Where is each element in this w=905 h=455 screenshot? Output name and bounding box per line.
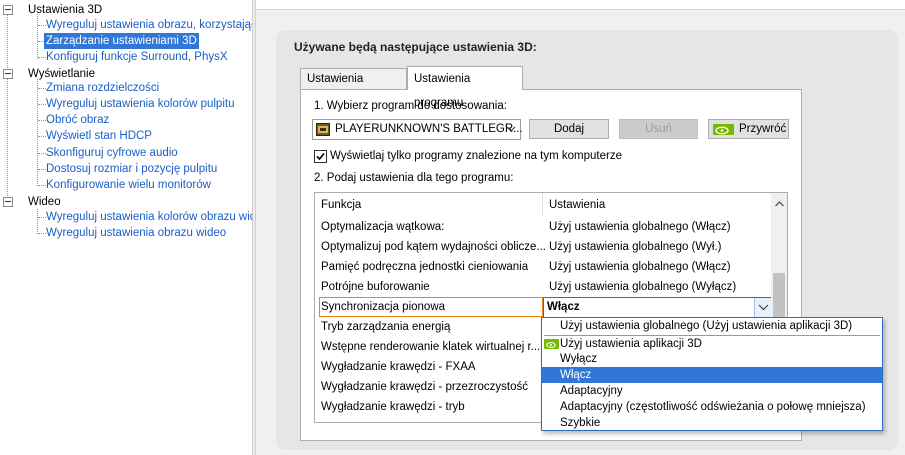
program-select-value: PLAYERUNKNOWN'S BATTLEGR... (335, 123, 523, 135)
tree-item-multiple-displays[interactable]: Konfigurowanie wielu monitorów (46, 177, 211, 193)
dropdown-option[interactable]: Adaptacyjny (542, 383, 882, 399)
setting-row-feature[interactable]: Optymalizacja wątkowa: (321, 217, 444, 237)
tree-item-desktop-size-position[interactable]: Dostosuj rozmiar i pozycję pulpitu (46, 161, 217, 177)
nvidia-icon (713, 124, 734, 135)
tree-item-desktop-color[interactable]: Wyreguluj ustawienia kolorów pulpitu (46, 96, 234, 112)
dropdown-option[interactable]: Użyj ustawienia globalnego (Użyj ustawie… (542, 318, 882, 334)
dropdown-option[interactable]: Szybkie (542, 415, 882, 431)
tree-branch (38, 104, 46, 105)
setting-row-value[interactable]: Użyj ustawienia globalnego (Wył.) (549, 237, 721, 257)
setting-row-feature[interactable]: Wygładzanie krawędzi - FXAA (321, 357, 476, 377)
chevron-down-icon (506, 123, 516, 138)
setting-row-feature[interactable]: Wstępne renderowanie klatek wirtualnej r… (321, 337, 540, 357)
section-title: Używane będą następujące ustawienia 3D: (294, 40, 537, 54)
tree-item-digital-audio[interactable]: Skonfiguruj cyfrowe audio (46, 145, 178, 161)
description-area (256, 0, 905, 10)
setting-row-feature[interactable]: Optymalizuj pod kątem wydajności oblicze… (321, 237, 546, 257)
dropdown-option[interactable]: Wyłącz (542, 351, 882, 367)
navigation-tree: Ustawienia 3D Wyreguluj ustawienia obraz… (0, 0, 316, 455)
scroll-up-icon[interactable] (775, 198, 784, 210)
show-only-label[interactable]: Wyświetlaj tylko programy znalezione na … (330, 150, 622, 162)
step1-label: 1. Wybierz program do dostosowania: (314, 100, 507, 112)
dropdown-option-label: Użyj ustawienia aplikacji 3D (560, 338, 702, 350)
tree-branch (38, 88, 46, 89)
setting-row-value[interactable]: Użyj ustawienia globalnego (Wyłącz) (549, 277, 736, 297)
tree-branch (38, 233, 46, 234)
restore-button-label: Przywróć (739, 123, 787, 135)
tree-branch (38, 57, 46, 58)
setting-row-feature[interactable]: Wygładzanie krawędzi - tryb (321, 397, 465, 417)
checkmark-icon (316, 152, 325, 161)
dropdown-option-highlighted[interactable]: Włącz (542, 367, 882, 383)
column-header-setting[interactable]: Ustawienia (549, 193, 606, 217)
setting-row-feature[interactable]: Pamięć podręczna jednostki cieniowania (321, 257, 528, 277)
setting-row-value[interactable]: Użyj ustawienia globalnego (Włącz) (549, 257, 731, 277)
remove-button[interactable]: Usuń (619, 119, 698, 139)
tab-program-settings[interactable]: Ustawienia programu (407, 66, 523, 109)
tree-branch (38, 25, 46, 26)
setting-row-feature[interactable]: Wygładzanie krawędzi - przezroczystość (321, 377, 528, 397)
tree-connector (37, 14, 38, 59)
tree-connector (7, 76, 8, 200)
setting-row-feature[interactable]: Potrójne buforowanie (321, 277, 430, 297)
vsync-dropdown-list: Użyj ustawienia globalnego (Użyj ustawie… (541, 317, 883, 431)
restore-button[interactable]: Przywróć (708, 119, 789, 139)
tree-branch (38, 169, 46, 170)
setting-row-feature-selected[interactable]: Synchronizacja pionowa (321, 297, 445, 317)
tree-connector (37, 209, 38, 234)
column-divider (542, 193, 543, 217)
tree-item-surround-physx[interactable]: Konfiguruj funkcje Surround, PhysX (46, 49, 228, 65)
nvidia-icon (544, 339, 559, 349)
setting-row-value[interactable]: Użyj ustawienia globalnego (Włącz) (549, 217, 731, 237)
collapse-icon[interactable] (3, 197, 13, 207)
tree-branch (38, 120, 46, 121)
tree-branch (38, 217, 46, 218)
game-icon (316, 123, 330, 136)
collapse-icon[interactable] (3, 69, 13, 79)
program-select[interactable]: PLAYERUNKNOWN'S BATTLEGR... (312, 119, 523, 140)
add-button[interactable]: Dodaj (529, 119, 609, 139)
dropdown-option[interactable]: Adaptacyjny (częstotliwość odświeżania o… (542, 399, 882, 415)
vsync-value-select[interactable]: Włącz (543, 297, 773, 318)
tree-connector (7, 14, 8, 72)
setting-row-feature[interactable]: Tryb zarządzania energią (321, 317, 450, 337)
tree-item-video-image[interactable]: Wyreguluj ustawienia obrazu wideo (46, 225, 226, 241)
vsync-value: Włącz (547, 301, 580, 313)
show-only-checkbox[interactable] (314, 150, 327, 163)
dropdown-option-app-3d[interactable]: Użyj ustawienia aplikacji 3D (542, 336, 882, 352)
tree-item-change-resolution[interactable]: Zmiana rozdzielczości (46, 80, 159, 96)
chevron-down-icon (754, 298, 772, 317)
tree-item-rotate-display[interactable]: Obróć obraz (46, 112, 109, 128)
tree-branch (38, 136, 46, 137)
tree-item-hdcp-status[interactable]: Wyświetl stan HDCP (46, 128, 152, 144)
tree-item-manage-3d-settings[interactable]: Zarządzanie ustawieniami 3D (44, 33, 199, 49)
collapse-icon[interactable] (3, 5, 13, 15)
step2-label: 2. Podaj ustawienia dla tego programu: (314, 172, 514, 184)
tab-global-settings[interactable]: Ustawienia globalne (300, 68, 407, 106)
tree-branch (38, 153, 46, 154)
tree-item-video-color[interactable]: Wyreguluj ustawienia kolorów obrazu wide… (46, 209, 269, 225)
tree-branch (38, 185, 46, 186)
column-header-feature[interactable]: Funkcja (321, 193, 362, 217)
